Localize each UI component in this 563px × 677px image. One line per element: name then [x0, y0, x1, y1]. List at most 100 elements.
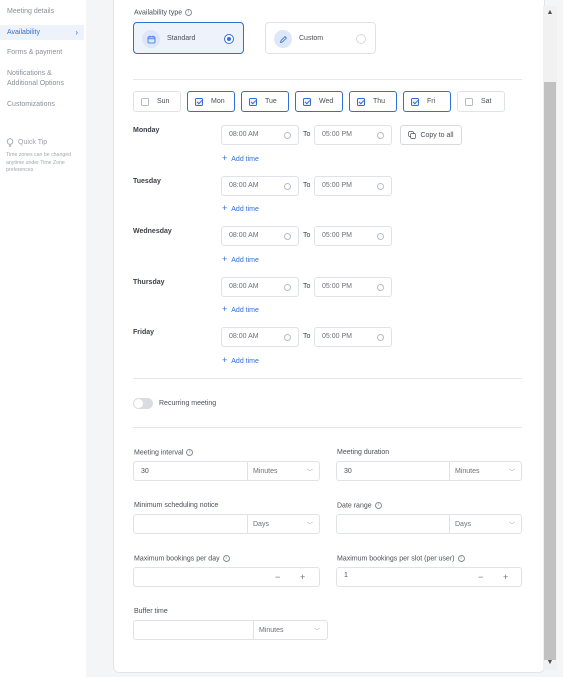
sidebar-item-meeting-details[interactable]: Meeting details [0, 7, 84, 17]
scroll-up-arrow[interactable]: ▲ [545, 8, 555, 18]
recurring-meeting-toggle[interactable] [133, 398, 153, 409]
scroll-thumb[interactable] [544, 82, 556, 660]
calendar-icon [142, 30, 160, 48]
end-time-input[interactable]: 05:00 PM [314, 226, 392, 246]
plus-icon: + [222, 254, 228, 264]
clock-icon [284, 284, 291, 291]
checkbox[interactable] [195, 97, 203, 106]
sidebar-item-forms-payment[interactable]: Forms & payment [0, 48, 84, 58]
chevron-down-icon[interactable]: ﹀ [509, 520, 515, 529]
sidebar-item-notifications[interactable]: Notifications & Additional Options [0, 69, 80, 89]
plus-icon[interactable]: + [503, 572, 508, 582]
max-per-slot-label: Maximum bookings per slot (per user) i [337, 555, 465, 562]
sidebar-item-label: Meeting details [7, 8, 55, 15]
clock-icon [284, 183, 291, 190]
day-chip-sun[interactable]: Sun [133, 91, 181, 112]
to-label: To [303, 333, 311, 340]
add-time-label: Add time [231, 156, 259, 163]
date-range-field[interactable]: Days ﹀ [336, 514, 522, 534]
quick-tip-label: Quick Tip [18, 139, 48, 146]
meeting-interval-label: Meeting interval i [134, 449, 194, 456]
availability-type-label: Availability type i [134, 9, 193, 17]
scrollbar[interactable]: ▲ ▼ [543, 6, 557, 670]
day-chip-label: Sun [157, 98, 170, 105]
divider [133, 378, 522, 379]
availability-custom-option[interactable]: Custom [265, 22, 376, 54]
max-per-slot-stepper[interactable]: 1 − + [336, 567, 522, 587]
to-label: To [303, 232, 311, 239]
date-range-label: Date range i [337, 502, 382, 509]
checkbox[interactable] [465, 97, 473, 106]
checkbox[interactable] [303, 97, 311, 106]
date-range-unit[interactable]: Days [455, 521, 471, 528]
availability-type-text: Availability type [134, 9, 183, 17]
day-chip-fri[interactable]: Fri [403, 91, 451, 112]
copy-to-all-button[interactable]: Copy to all [400, 125, 462, 145]
add-time-link[interactable]: + Add time [222, 203, 259, 213]
end-time-input[interactable]: 05:00 PM [314, 176, 392, 196]
meeting-interval-field[interactable]: 30 Minutes ﹀ [133, 461, 320, 481]
checkbox[interactable] [141, 97, 149, 106]
checkbox[interactable] [249, 97, 257, 106]
clock-icon [377, 334, 384, 341]
checkbox[interactable] [357, 97, 365, 106]
day-chip-sat[interactable]: Sat [457, 91, 505, 112]
day-chip-mon[interactable]: Mon [187, 91, 235, 112]
meeting-duration-unit[interactable]: Minutes [455, 468, 480, 475]
scroll-down-arrow[interactable]: ▼ [545, 658, 555, 668]
day-chip-thu[interactable]: Thu [349, 91, 397, 112]
to-label: To [303, 283, 311, 290]
start-time-value: 08:00 AM [229, 333, 259, 340]
custom-radio[interactable] [356, 34, 366, 44]
date-range-text: Date range [337, 502, 372, 510]
add-time-label: Add time [231, 358, 259, 365]
start-time-input[interactable]: 08:00 AM [221, 125, 299, 145]
divider [133, 79, 522, 80]
day-label-friday: Friday [133, 329, 155, 336]
chevron-down-icon[interactable]: ﹀ [307, 520, 313, 529]
copy-to-all-label: Copy to all [420, 131, 454, 139]
min-notice-unit[interactable]: Days [253, 521, 269, 528]
max-per-day-stepper[interactable]: − + [133, 567, 320, 587]
start-time-input[interactable]: 08:00 AM [221, 226, 299, 246]
minus-icon[interactable]: − [275, 572, 280, 582]
info-icon: i [374, 502, 382, 509]
start-time-input[interactable]: 08:00 AM [221, 327, 299, 347]
max-per-day-text: Maximum bookings per day [134, 555, 220, 563]
sidebar-item-customizations[interactable]: Customizations [0, 100, 84, 110]
max-per-slot-value: 1 [344, 572, 348, 579]
start-time-value: 08:00 AM [229, 131, 259, 138]
end-time-input[interactable]: 05:00 PM [314, 277, 392, 297]
meeting-duration-field[interactable]: 30 Minutes ﹀ [336, 461, 522, 481]
plus-icon: + [222, 304, 228, 314]
chevron-down-icon[interactable]: ﹀ [307, 467, 313, 476]
buffer-time-unit[interactable]: Minutes [259, 627, 284, 634]
info-icon: i [185, 9, 193, 16]
chevron-down-icon[interactable]: ﹀ [314, 626, 320, 635]
checkbox[interactable] [411, 97, 419, 106]
end-time-input[interactable]: 05:00 PM [314, 327, 392, 347]
buffer-time-field[interactable]: Minutes ﹀ [133, 620, 328, 640]
add-time-link[interactable]: + Add time [222, 304, 259, 314]
add-time-link[interactable]: + Add time [222, 355, 259, 365]
plus-icon[interactable]: + [300, 572, 305, 582]
meeting-interval-unit[interactable]: Minutes [253, 468, 278, 475]
chevron-down-icon[interactable]: ﹀ [509, 467, 515, 476]
quick-tip: Quick Tip Time zones can be changed anyt… [6, 138, 84, 175]
day-chip-wed[interactable]: Wed [295, 91, 343, 112]
add-time-link[interactable]: + Add time [222, 254, 259, 264]
add-time-link[interactable]: + Add time [222, 153, 259, 163]
availability-standard-option[interactable]: Standard [133, 22, 244, 54]
day-chip-tue[interactable]: Tue [241, 91, 289, 112]
info-icon: i [186, 449, 194, 456]
start-time-input[interactable]: 08:00 AM [221, 176, 299, 196]
sidebar-item-label: Availability [7, 29, 40, 36]
end-time-input[interactable]: 05:00 PM [314, 125, 392, 145]
start-time-input[interactable]: 08:00 AM [221, 277, 299, 297]
min-notice-field[interactable]: Days ﹀ [133, 514, 320, 534]
add-time-label: Add time [231, 307, 259, 314]
minus-icon[interactable]: − [478, 572, 483, 582]
sidebar-item-availability[interactable]: Availability › [0, 25, 84, 40]
standard-radio[interactable] [224, 34, 234, 44]
end-time-value: 05:00 PM [322, 131, 352, 138]
